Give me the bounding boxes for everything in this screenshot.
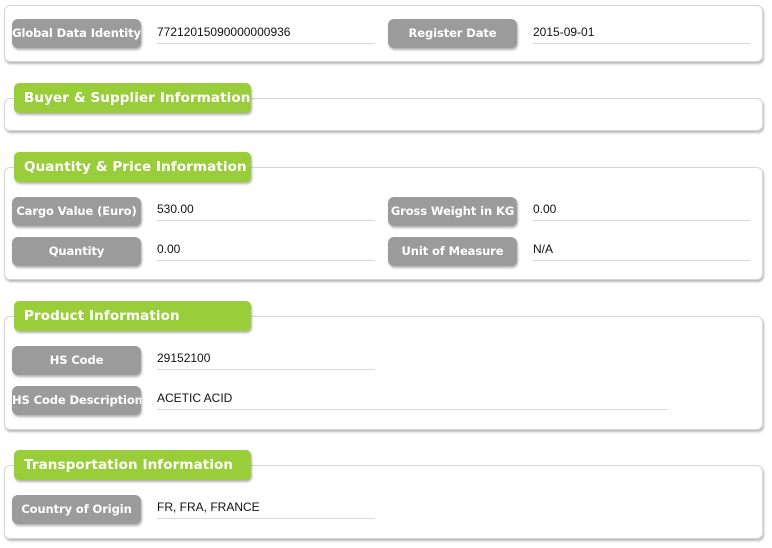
hs-code-description-label: HS Code Description [12, 386, 141, 415]
cargo-value-label: Cargo Value (Euro) [12, 197, 141, 226]
cargo-value-value: 530.00 [157, 200, 375, 221]
product-section-title: Product Information [14, 301, 251, 331]
unit-of-measure-label: Unit of Measure [388, 237, 517, 266]
hs-code-label: HS Code [12, 346, 141, 375]
country-of-origin-label: Country of Origin [12, 495, 141, 524]
gross-weight-value: 0.00 [533, 200, 750, 221]
quantity-value: 0.00 [157, 240, 375, 261]
hs-code-value: 29152100 [157, 349, 375, 370]
global-data-identity-label: Global Data Identity [12, 19, 141, 48]
register-date-label: Register Date [388, 19, 517, 48]
transportation-section-title: Transportation Information [14, 450, 251, 480]
buyer-supplier-section-title: Buyer & Supplier Information [14, 83, 251, 113]
quantity-price-section-title: Quantity & Price Information [14, 152, 251, 182]
gross-weight-label: Gross Weight in KG [388, 197, 517, 226]
quantity-label: Quantity [12, 237, 141, 266]
country-of-origin-value: FR, FRA, FRANCE [157, 498, 375, 519]
global-data-identity-value: 77212015090000000936 [157, 23, 375, 44]
hs-code-description-value: ACETIC ACID [157, 389, 668, 410]
register-date-value: 2015-09-01 [533, 23, 750, 44]
unit-of-measure-value: N/A [533, 240, 750, 261]
